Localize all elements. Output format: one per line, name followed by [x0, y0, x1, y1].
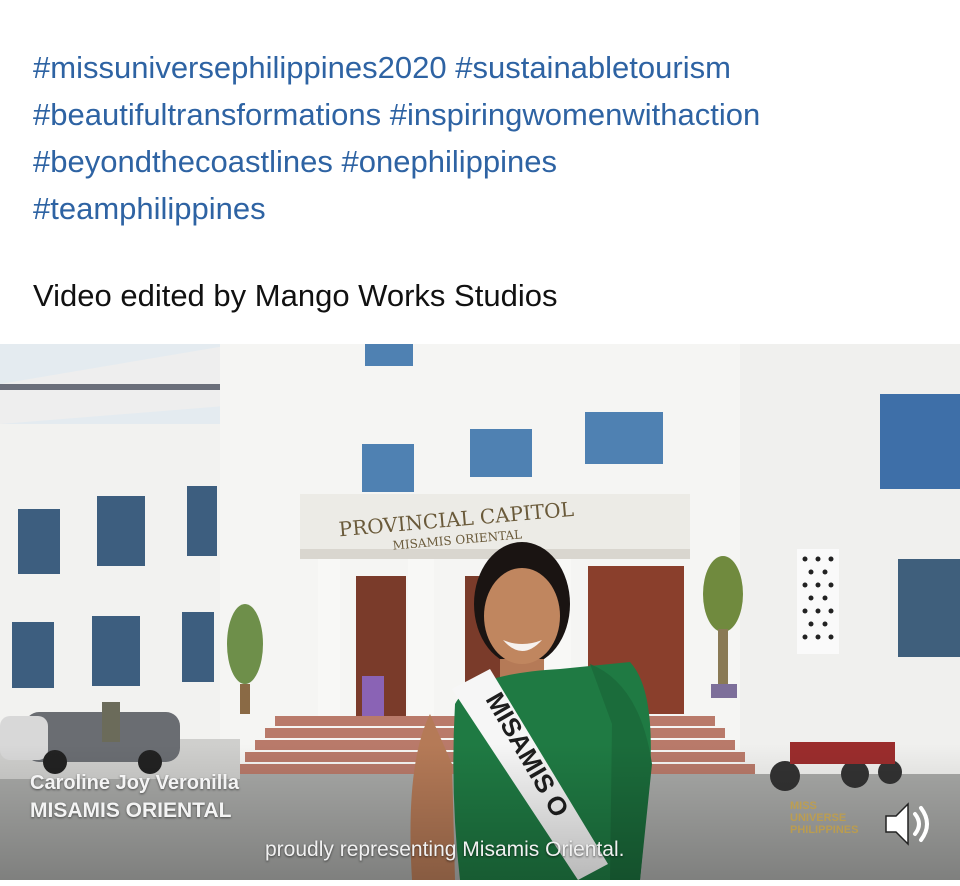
hashtag-link[interactable]: #beautifultransformations [33, 97, 381, 132]
contestant-name: Caroline Joy Veronilla [30, 772, 239, 794]
post-hashtags: #missuniversephilippines2020 #sustainabl… [33, 44, 943, 232]
pageant-watermark: MISS UNIVERSE PHILIPPINES [790, 800, 859, 836]
contestant-lower-third: Caroline Joy Veronilla MISAMIS ORIENTAL [30, 770, 239, 826]
sound-toggle-button[interactable] [880, 796, 936, 852]
hashtag-link[interactable]: #sustainabletourism [455, 50, 731, 85]
hashtag-link[interactable]: #missuniversephilippines2020 [33, 50, 447, 85]
hashtag-link[interactable]: #beyondthecoastlines [33, 144, 333, 179]
video-credit-text: Video edited by Mango Works Studios [33, 278, 558, 313]
speaker-volume-icon [885, 802, 929, 846]
hashtag-link[interactable]: #teamphilippines [33, 191, 266, 226]
hashtag-link[interactable]: #inspiringwomenwithaction [390, 97, 760, 132]
hashtag-link[interactable]: #onephilippines [342, 144, 557, 179]
contestant-place: MISAMIS ORIENTAL [30, 799, 232, 822]
video-subtitle: proudly representing Misamis Oriental. [265, 838, 625, 861]
